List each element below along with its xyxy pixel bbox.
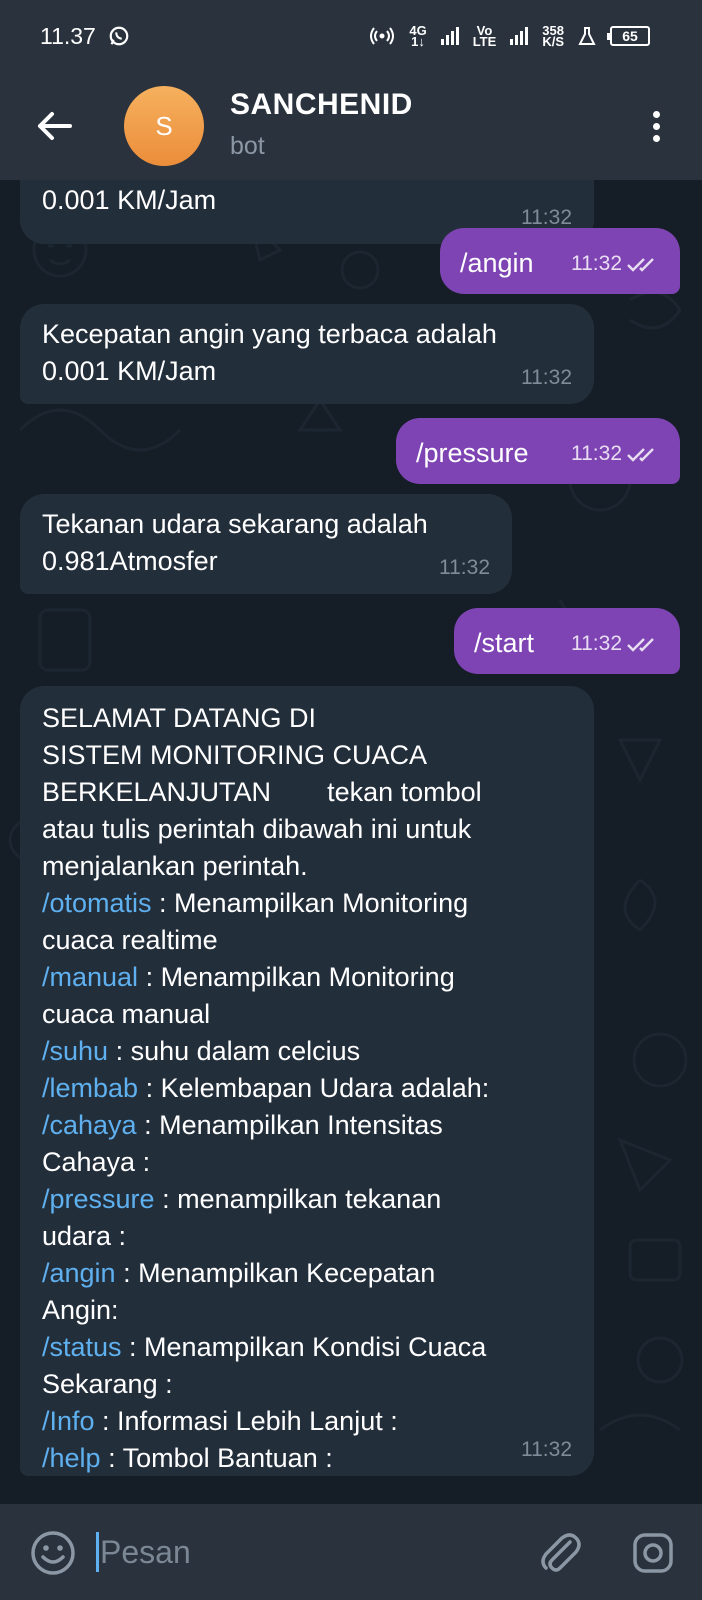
command-link-manual[interactable]: /manual xyxy=(42,962,138,992)
hotspot-icon xyxy=(370,27,395,45)
command-link-suhu[interactable]: /suhu xyxy=(42,1036,108,1066)
command-link-pressure[interactable]: /pressure xyxy=(42,1184,155,1214)
command-row: /otomatis : Menampilkan Monitoring xyxy=(42,888,469,918)
more-options-button[interactable] xyxy=(636,104,676,148)
network-type: 4G 1↓ xyxy=(409,23,427,49)
command-link-cahaya[interactable]: /cahaya xyxy=(42,1110,137,1140)
command-link-otomatis[interactable]: /otomatis xyxy=(42,888,152,918)
message-time: 11:32 xyxy=(571,435,660,472)
message-text: /start xyxy=(474,628,535,658)
status-bar: 11.37 4G 1↓ Vo LTE 358 K/S 65 xyxy=(0,0,702,72)
arrow-left-icon xyxy=(38,112,72,140)
message-text: 0.001 KM/Jam xyxy=(42,185,217,215)
command-link-help[interactable]: /help xyxy=(42,1443,101,1473)
message-text: /pressure xyxy=(416,438,529,468)
network-speed: 358 K/S xyxy=(542,23,564,49)
command-row: /suhu : suhu dalam celcius xyxy=(42,1036,361,1066)
command-link-angin[interactable]: /angin xyxy=(42,1258,116,1288)
message-time: 11:32 xyxy=(521,1438,572,1461)
signal-icon xyxy=(440,27,459,45)
camera-icon[interactable] xyxy=(632,1532,674,1574)
double-check-icon xyxy=(627,447,654,462)
double-check-icon xyxy=(627,257,654,272)
welcome-text: SELAMAT DATANG DI SISTEM MONITORING CUAC… xyxy=(42,700,572,1477)
text-cursor xyxy=(96,1532,99,1572)
command-row: /angin : Menampilkan Kecepatan xyxy=(42,1258,436,1288)
chat-subtitle: bot xyxy=(230,132,265,160)
chat-header: S SANCHENID bot xyxy=(0,72,702,180)
welcome-message[interactable]: SELAMAT DATANG DI SISTEM MONITORING CUAC… xyxy=(20,686,594,1476)
double-check-icon xyxy=(627,637,654,652)
emoji-icon[interactable] xyxy=(30,1530,76,1576)
command-link-status[interactable]: /status xyxy=(42,1332,122,1362)
command-row: /help : Tombol Bantuan : xyxy=(42,1443,333,1473)
command-link-info[interactable]: /Info xyxy=(42,1406,95,1436)
back-button[interactable] xyxy=(32,104,76,148)
command-row: /pressure : menampilkan tekanan xyxy=(42,1184,442,1214)
command-row: /Info : Informasi Lebih Lanjut : xyxy=(42,1406,398,1436)
paperclip-icon[interactable] xyxy=(536,1528,584,1576)
battery-icon: 65 xyxy=(607,26,650,46)
outgoing-message[interactable]: /pressure 11:32 xyxy=(396,418,680,484)
status-left: 11.37 xyxy=(40,23,130,50)
message-input[interactable]: Pesan xyxy=(100,1534,191,1571)
status-right: 4G 1↓ Vo LTE 358 K/S 65 xyxy=(369,23,650,49)
incoming-message[interactable]: Kecepatan angin yang terbaca adalah 0.00… xyxy=(20,304,594,404)
message-time: 11:32 xyxy=(439,556,490,579)
message-text: Kecepatan angin yang terbaca adalah 0.00… xyxy=(42,319,497,386)
message-time: 11:32 xyxy=(521,366,572,389)
flask-icon xyxy=(578,27,596,45)
outgoing-message[interactable]: /start 11:32 xyxy=(454,608,680,674)
command-row: /cahaya : Menampilkan Intensitas xyxy=(42,1110,443,1140)
command-row: /status : Menampilkan Kondisi Cuaca xyxy=(42,1332,487,1362)
signal-icon-2 xyxy=(510,27,529,45)
message-text: /angin xyxy=(460,248,534,278)
message-composer: Pesan xyxy=(0,1504,702,1600)
volte-indicator: Vo LTE xyxy=(472,23,497,49)
chat-title[interactable]: SANCHENID xyxy=(230,88,413,122)
clock: 11.37 xyxy=(40,22,96,49)
command-row: /lembab : Kelembapan Udara adalah: xyxy=(42,1073,490,1103)
outgoing-message[interactable]: /angin 11:32 xyxy=(440,228,680,294)
command-link-lembab[interactable]: /lembab xyxy=(42,1073,138,1103)
message-time: 11:32 xyxy=(571,245,660,282)
message-time: 11:32 xyxy=(571,625,660,662)
chat-area[interactable]: 0.001 KM/Jam 11:32 /angin 11:32 Kecepata… xyxy=(0,180,702,1504)
incoming-message[interactable]: Tekanan udara sekarang adalah 0.981Atmos… xyxy=(20,494,512,594)
message-text: Tekanan udara sekarang adalah 0.981Atmos… xyxy=(42,509,428,576)
whatsapp-icon xyxy=(109,26,129,46)
command-row: /manual : Menampilkan Monitoring xyxy=(42,962,455,992)
avatar[interactable]: S xyxy=(124,86,204,166)
